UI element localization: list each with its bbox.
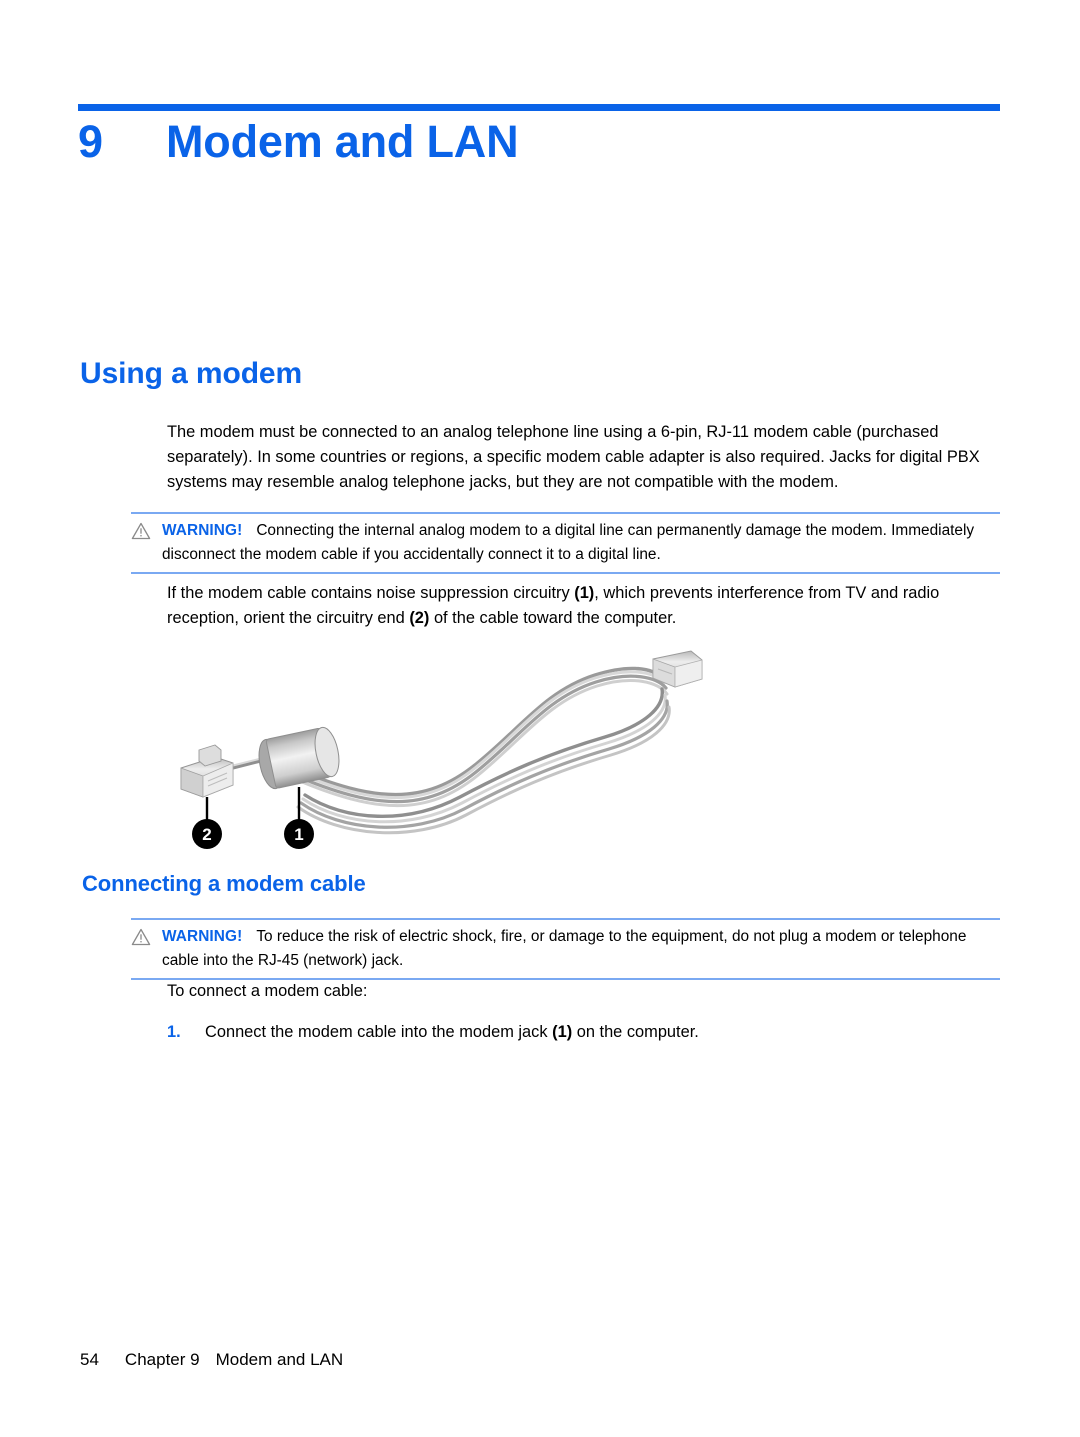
warning-block-digital-line: WARNING! Connecting the internal analog m… [131,512,1000,574]
footer-chapter-title: Modem and LAN [215,1350,344,1369]
section-heading-connecting-a-modem-cable: Connecting a modem cable [82,871,366,896]
section-heading-using-a-modem: Using a modem [80,357,303,390]
warning-text: To reduce the risk of electric shock, fi… [162,928,967,969]
chapter-title-text: Modem and LAN [166,116,519,167]
paragraph-text-segment-1: If the modem cable contains noise suppre… [167,584,575,602]
list-item-text-segment-1: Connect the modem cable into the modem j… [205,1023,553,1041]
paragraph-to-connect: To connect a modem cable: [167,982,368,1000]
warning-body: WARNING! To reduce the risk of electric s… [131,925,1000,973]
warning-block-rj45-jack: WARNING! To reduce the risk of electric s… [131,918,1000,980]
paragraph-intro: The modem must be connected to an analog… [167,423,980,491]
warning-body: WARNING! Connecting the internal analog m… [131,519,1000,567]
callout-badge-2: 2 [192,819,222,849]
chapter-number: 9 [78,116,103,167]
callout-reference-1: (1) [552,1023,573,1041]
page-footer: 54 Chapter 9 Modem and LAN [80,1350,343,1370]
warning-label: WARNING! [162,928,243,945]
paragraph-noise-suppression: If the modem cable contains noise suppre… [167,581,999,631]
callout-badge-1-label: 1 [294,825,303,844]
warning-triangle-icon [131,522,151,540]
rj11-connector-near [180,744,234,798]
warning-label: WARNING! [162,522,243,539]
warning-text: Connecting the internal analog modem to … [162,522,975,563]
callout-reference-1: (1) [574,584,595,602]
document-page: 9 Modem and LAN Using a modem The modem m… [0,0,1080,1437]
chapter-rule [78,104,1000,111]
callout-badge-2-label: 2 [202,825,211,844]
modem-cable-illustration: 2 1 [175,645,705,855]
footer-chapter-label: Chapter 9 [124,1350,200,1369]
footer-page-number: 54 [80,1350,99,1369]
callout-reference-2: (2) [409,608,430,627]
warning-triangle-icon [131,928,151,946]
callout-badge-1: 1 [284,819,314,849]
list-item: 1. Connect the modem cable into the mode… [167,1020,999,1045]
warning-rule-bottom [131,572,1000,574]
warning-rule-top [131,512,1000,514]
warning-rule-top [131,918,1000,920]
paragraph-text-segment-3: of the cable toward the computer. [429,608,677,627]
list-item-text: Connect the modem cable into the modem j… [205,1020,999,1045]
list-item-text-segment-2: on the computer. [572,1023,699,1041]
list-item-number: 1. [167,1023,181,1041]
page-title: 9 Modem and LAN [78,116,1000,168]
